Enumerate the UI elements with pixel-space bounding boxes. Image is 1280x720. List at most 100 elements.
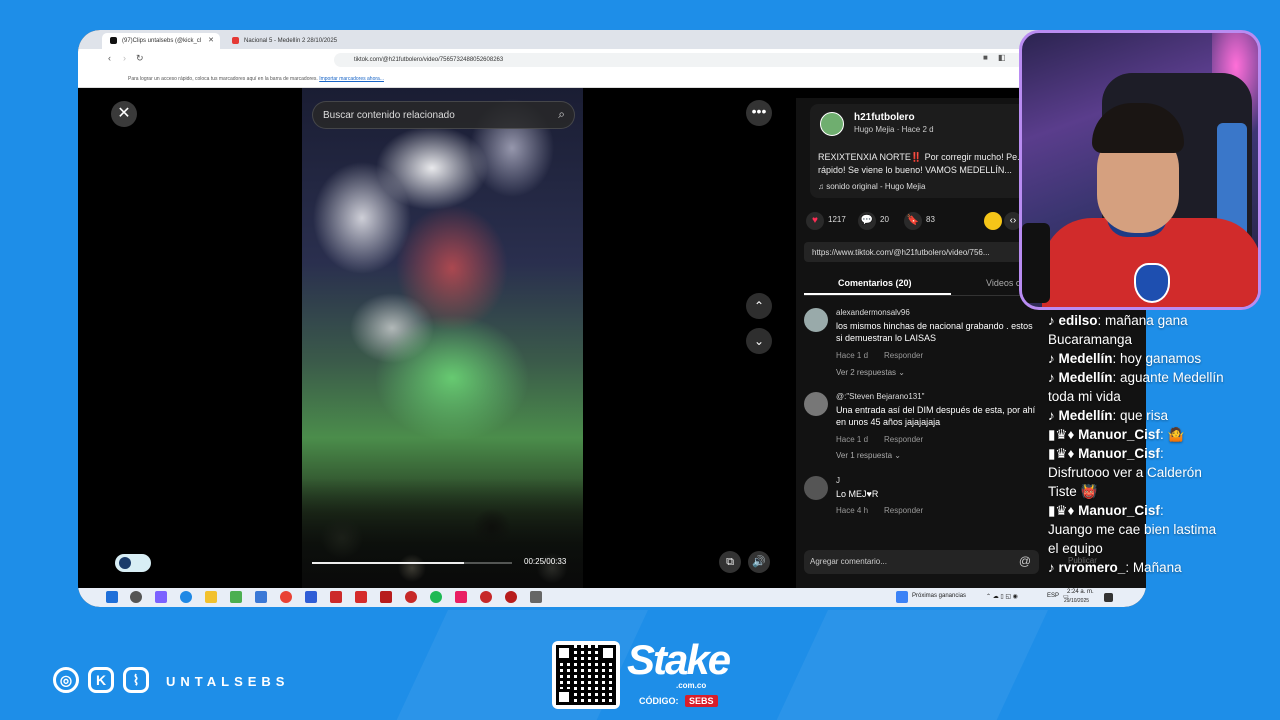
news-icon[interactable] (896, 591, 908, 603)
app-icon[interactable] (305, 591, 317, 603)
add-comment-placeholder: Agregar comentario... (810, 557, 887, 566)
explorer-icon[interactable] (205, 591, 217, 603)
video-player[interactable] (302, 88, 583, 588)
copilot-icon[interactable] (155, 591, 167, 603)
video-description: REXIXTENXIA NORTE‼️ Por corregir mucho! … (818, 152, 1025, 175)
team-crest (1134, 263, 1170, 303)
promo-code: SEBS (685, 695, 718, 707)
windows-start-icon[interactable] (106, 591, 118, 603)
chat-line: Juango me cae bien lastima (1048, 520, 1216, 539)
qr-corner (600, 645, 616, 661)
language-indicator[interactable]: ESP (1047, 593, 1059, 599)
reply-button[interactable]: Responder (884, 435, 923, 444)
comments-count: 20 (880, 215, 889, 224)
close-video-button[interactable]: ✕ (111, 101, 137, 127)
comment-user[interactable]: alexandermonsalv96 (836, 308, 910, 317)
comment-user[interactable]: J (836, 476, 840, 485)
app-icon[interactable] (405, 591, 417, 603)
notification-icon[interactable] (1104, 593, 1113, 602)
likes-count: 1217 (828, 215, 846, 224)
app-icon[interactable] (530, 591, 542, 603)
view-replies-button[interactable]: Ver 1 respuesta ⌄ (836, 451, 901, 460)
chat-text: : aguante Medellín (1112, 370, 1224, 385)
back-icon[interactable]: ‹ (108, 53, 111, 63)
author-username[interactable]: h21futbolero (854, 112, 915, 123)
chat-text: toda mi vida (1048, 389, 1121, 404)
chat-text: Bucaramanga (1048, 332, 1133, 347)
autoscroll-toggle[interactable] (115, 554, 151, 572)
close-tab-icon[interactable]: ✕ (208, 36, 214, 44)
extension-icon[interactable]: ◧ (998, 53, 1006, 62)
tiktok-page: ✕ Buscar contenido relacionado ⌕ 00:25/0… (78, 88, 1146, 588)
coin-icon[interactable] (984, 212, 1002, 230)
mention-icon[interactable]: @ (1019, 554, 1031, 568)
forward-icon[interactable]: › (123, 53, 126, 63)
clock-date[interactable]: 29/10/2025 (1064, 598, 1089, 604)
tab-videos[interactable]: Videos c (986, 278, 1020, 288)
comment-time: Hace 4 h (836, 506, 869, 515)
like-icon[interactable]: ♥ (806, 212, 824, 230)
add-comment-input[interactable]: Agregar comentario... @ (804, 550, 1039, 574)
view-replies-button[interactable]: Ver 2 respuestas ⌄ (836, 368, 905, 377)
news-widget[interactable]: Próximas ganancias (912, 593, 966, 599)
previous-video-button[interactable]: ⌃ (746, 293, 772, 319)
volume-icon[interactable]: 🔊 (748, 551, 770, 573)
more-options-button[interactable]: ••• (746, 100, 772, 126)
sound-link[interactable]: ♫ sonido original - Hugo Mejia (818, 182, 925, 191)
share-link-field[interactable]: https://www.tiktok.com/@h21futbolero/vid… (804, 242, 1024, 262)
obs-icon[interactable] (505, 591, 517, 603)
chat-line: ♪ Medellín: aguante Medellín (1048, 370, 1224, 385)
extension-icon[interactable]: ■ (983, 53, 988, 62)
chat-user: Medellín (1058, 370, 1113, 385)
browser-tab[interactable]: Nacional 5 - Medellín 2 28/10/2025 (224, 33, 346, 49)
chat-line: ▮♛♦ Manuor_Cisf: (1048, 444, 1164, 463)
edge-icon[interactable] (180, 591, 192, 603)
chat-text: : (1159, 446, 1164, 461)
chat-user: rvromero_ (1058, 560, 1126, 575)
comment-user[interactable]: @:"Steven Bejarano131" (836, 392, 925, 401)
search-icon[interactable] (130, 591, 142, 603)
search-input[interactable]: Buscar contenido relacionado ⌕ (312, 101, 575, 129)
kick-icon: K (88, 667, 114, 693)
import-bookmarks-link[interactable]: Importar marcadores ahora... (319, 76, 384, 82)
tiktok-icon (110, 37, 117, 44)
comment-item: J Lo MEJ♥R Hace 4 h Responder (804, 476, 1044, 526)
reply-button[interactable]: Responder (884, 506, 923, 515)
app-icon[interactable] (255, 591, 267, 603)
app-icon[interactable] (330, 591, 342, 603)
chat-line: toda mi vida (1048, 387, 1121, 406)
tab-comments[interactable]: Comentarios (20) (838, 278, 912, 288)
chat-line: ♪ edilso: mañana gana (1048, 313, 1188, 328)
reply-button[interactable]: Responder (884, 351, 923, 360)
chat-text: : mañana gana (1097, 313, 1188, 328)
tab-label: (97)Clips untalsebs (@kick_cl (122, 38, 202, 44)
search-icon[interactable]: ⌕ (558, 107, 565, 122)
chrome-icon[interactable] (280, 591, 292, 603)
clock-time[interactable]: 2:24 a. m. (1067, 589, 1094, 595)
comment-avatar[interactable] (804, 308, 828, 332)
pip-icon[interactable]: ⧉ (719, 551, 741, 573)
app-icon[interactable] (480, 591, 492, 603)
twitch-icon: ⌇ (123, 667, 149, 693)
app-icon[interactable] (230, 591, 242, 603)
tray-icons[interactable]: ⌃ ☁ ▯ ◱ ◉ (986, 593, 1018, 600)
tiktok-icon[interactable] (455, 591, 467, 603)
webcam-overlay (1019, 30, 1261, 310)
url-field[interactable]: tiktok.com/@h21futbolero/video/756573248… (334, 53, 1024, 67)
bookmarks-bar: Para lograr un acceso rápido, coloca tus… (78, 70, 1146, 88)
app-icon[interactable] (380, 591, 392, 603)
next-video-button[interactable]: ⌄ (746, 328, 772, 354)
comment-icon[interactable]: 💬 (858, 212, 876, 230)
browser-tabbar: (97)Clips untalsebs (@kick_cl ✕ Nacional… (78, 30, 1146, 49)
reload-icon[interactable]: ↻ (136, 53, 144, 64)
author-avatar[interactable] (820, 112, 844, 136)
promo-code-label: CÓDIGO: (639, 696, 679, 706)
browser-tab[interactable]: (97)Clips untalsebs (@kick_cl ✕ (102, 33, 220, 49)
instagram-icon: ◎ (53, 667, 79, 693)
comment-avatar[interactable] (804, 476, 828, 500)
chat-line: Bucaramanga (1048, 330, 1132, 349)
comment-avatar[interactable] (804, 392, 828, 416)
brave-icon[interactable] (355, 591, 367, 603)
bookmark-icon[interactable]: 🔖 (904, 212, 922, 230)
spotify-icon[interactable] (430, 591, 442, 603)
